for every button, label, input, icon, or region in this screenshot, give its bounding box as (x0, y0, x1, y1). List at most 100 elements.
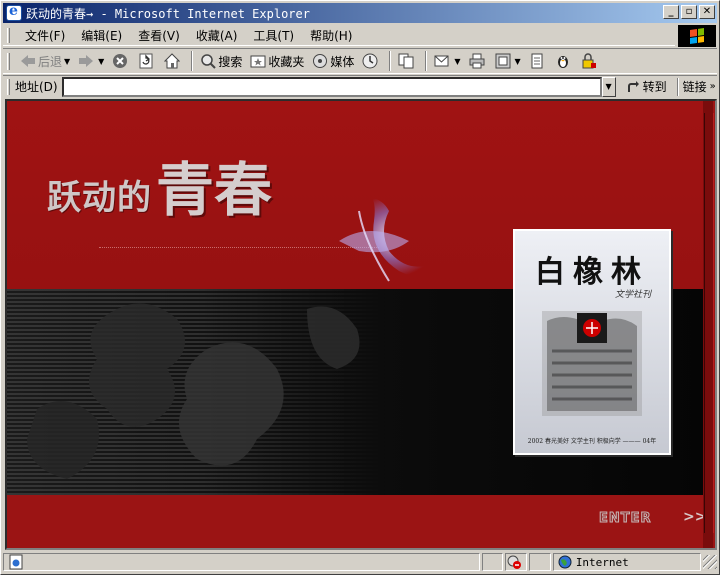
standard-toolbar: 后退 ▼ ▼ 搜索 收藏夹 媒体 ▼ ▼ (3, 48, 717, 74)
home-icon (164, 53, 181, 69)
menu-help[interactable]: 帮助(H) (302, 27, 360, 44)
toolbar-separator (389, 51, 392, 71)
go-button[interactable]: 转到 (622, 77, 671, 97)
mail-button[interactable]: ▼ (431, 50, 463, 72)
refresh-button[interactable] (135, 50, 159, 72)
copy-pages-icon (398, 53, 414, 69)
window-title: 跃动的青春→ - Microsoft Internet Explorer (26, 6, 310, 21)
forward-button[interactable]: ▼ (75, 50, 107, 72)
forward-arrow-icon (79, 55, 94, 67)
menu-favorites[interactable]: 收藏(A) (188, 27, 246, 44)
ie-icon (6, 3, 22, 21)
history-button[interactable] (359, 50, 383, 72)
menu-bar: 文件(F) 编辑(E) 查看(V) 收藏(A) 工具(T) 帮助(H) (3, 25, 675, 46)
media-icon (313, 54, 328, 68)
printer-icon (469, 53, 485, 69)
go-arrow-icon (627, 80, 639, 92)
minimize-button[interactable]: _ (663, 5, 679, 19)
lock-key-icon (582, 53, 596, 69)
edit-icon (495, 53, 511, 69)
stop-icon (113, 54, 128, 68)
edit-button[interactable]: ▼ (492, 50, 524, 72)
refresh-icon (139, 53, 153, 69)
print-button[interactable] (466, 50, 490, 72)
toolbar-grip[interactable] (7, 53, 10, 70)
favorites-button[interactable]: 收藏夹 (247, 50, 307, 72)
address-bar: 地址(D) ▼ 转到 链接 » (3, 75, 717, 97)
toolbar-separator (425, 51, 428, 71)
go-label: 转到 (642, 80, 667, 94)
headline-small: 跃动的 (47, 178, 152, 218)
magazine-cover-illustration (542, 311, 642, 416)
links-chevron-icon[interactable]: » (710, 81, 716, 92)
links-separator (676, 77, 679, 96)
toolbar-separator (191, 51, 194, 71)
mail-icon (434, 55, 449, 67)
title-bar[interactable]: 跃动的青春→ - Microsoft Internet Explorer _ ▫… (3, 3, 717, 23)
splash-page: 跃动的 青春 白橡林 文学社刊 2002 春光美好 文学主刊 积极向学 ——— … (7, 101, 703, 548)
address-grip[interactable] (7, 79, 10, 95)
back-button[interactable]: 后退 ▼ (17, 50, 73, 72)
menu-grip[interactable] (7, 28, 10, 43)
media-label: 媒体 (330, 54, 355, 69)
home-button[interactable] (161, 50, 185, 72)
maximize-button[interactable]: ▫ (681, 5, 697, 19)
windows-logo (678, 25, 716, 47)
qq-button[interactable] (552, 50, 576, 72)
status-pane-privacy[interactable] (505, 553, 528, 571)
search-icon (201, 54, 217, 69)
tools-extra-button[interactable] (578, 50, 602, 72)
globe-icon (558, 555, 572, 569)
magazine-title: 白橡林 (535, 255, 649, 290)
menu-view[interactable]: 查看(V) (130, 27, 188, 44)
security-zone-pane[interactable]: Internet (552, 553, 702, 571)
magazine-subtitle: 文学社刊 (614, 290, 651, 300)
search-label: 搜索 (218, 54, 243, 69)
headline-big: 青春 (156, 156, 273, 224)
page-headline: 跃动的 青春 (47, 161, 272, 219)
privacy-blocked-icon (507, 555, 522, 569)
address-input[interactable] (61, 76, 602, 97)
address-label: 地址(D) (15, 80, 58, 94)
messenger-button[interactable] (395, 50, 419, 72)
smoke-swirl-art (339, 194, 439, 282)
edit-dropdown-icon[interactable]: ▼ (515, 57, 521, 66)
favorites-icon (250, 55, 266, 68)
window-controls: _ ▫ ✕ (661, 5, 715, 19)
browser-window: 跃动的青春→ - Microsoft Internet Explorer _ ▫… (0, 0, 720, 575)
vertical-scrollbar[interactable] (703, 101, 714, 548)
stop-button[interactable] (109, 50, 133, 72)
media-button[interactable]: 媒体 (309, 50, 357, 72)
links-button[interactable]: 链接 (683, 78, 707, 95)
page-done-icon (9, 554, 23, 570)
discuss-button[interactable] (526, 50, 550, 72)
history-icon (362, 53, 378, 69)
favorites-label: 收藏夹 (268, 54, 305, 69)
windows-flag-icon (690, 28, 704, 44)
page-viewport: 跃动的 青春 白橡林 文学社刊 2002 春光美好 文学主刊 积极向学 ——— … (5, 99, 717, 550)
enter-arrow-icon[interactable]: >> (683, 509, 703, 525)
status-main-pane (3, 553, 480, 571)
close-button[interactable]: ✕ (699, 5, 715, 19)
back-arrow-icon (21, 55, 35, 67)
status-bar: Internet (3, 552, 717, 572)
enter-link[interactable]: ENTER (599, 511, 652, 527)
back-dropdown-icon[interactable]: ▼ (64, 57, 70, 66)
penguin-icon (557, 56, 568, 68)
mail-dropdown-icon[interactable]: ▼ (454, 57, 460, 66)
status-pane-empty (481, 553, 504, 571)
search-button[interactable]: 搜索 (197, 50, 245, 72)
security-zone-label: Internet (575, 555, 629, 569)
magazine-cover[interactable]: 白橡林 文学社刊 2002 春光美好 文学主刊 积极向学 ——— 04年 (513, 229, 671, 455)
back-label: 后退 (38, 54, 63, 69)
resize-grip[interactable] (703, 555, 717, 569)
address-dropdown-button[interactable]: ▼ (601, 76, 616, 97)
status-pane-empty-2 (529, 553, 551, 571)
document-icon (531, 53, 543, 69)
magazine-footer: 2002 春光美好 文学主刊 积极向学 ——— 04年 (527, 438, 657, 445)
ink-splotch-art (27, 303, 360, 479)
forward-dropdown-icon[interactable]: ▼ (98, 57, 104, 66)
menu-edit[interactable]: 编辑(E) (73, 27, 130, 44)
menu-file[interactable]: 文件(F) (17, 27, 73, 44)
menu-tools[interactable]: 工具(T) (245, 27, 302, 44)
